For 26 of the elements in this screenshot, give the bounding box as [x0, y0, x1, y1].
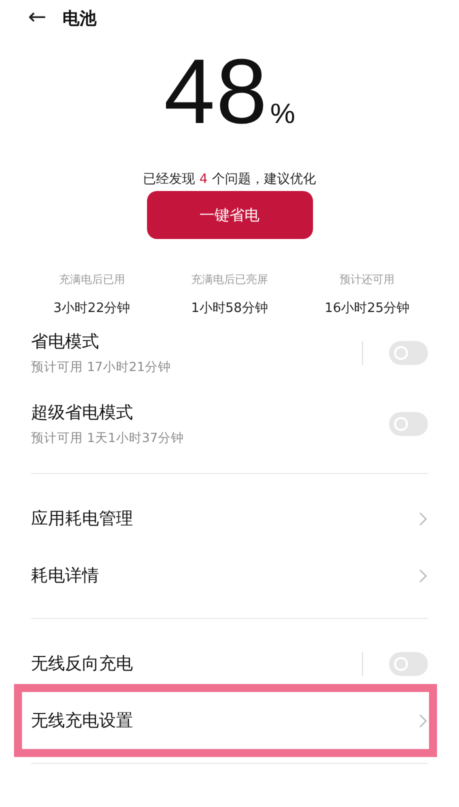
setting-title: 无线反向充电	[31, 653, 134, 675]
setting-title: 超级省电模式	[31, 402, 134, 424]
toggle-switch[interactable]	[389, 412, 428, 436]
setting-title: 无线充电设置	[31, 710, 134, 732]
back-button[interactable]: ←	[28, 7, 46, 29]
setting-title: 耗电详情	[31, 565, 100, 587]
stat-value: 1小时58分钟	[190, 300, 269, 317]
stat-label: 预计还可用	[338, 272, 396, 287]
toggle-switch[interactable]	[389, 652, 428, 676]
stat-value: 3小时22分钟	[52, 300, 132, 317]
battery-percentage: 48	[164, 46, 268, 138]
setting-title: 省电模式	[31, 330, 100, 352]
page-title: 电池	[62, 8, 96, 30]
chevron-icon[interactable]	[418, 712, 428, 728]
issues-notice: 已经发现 4 个问题，建议优化	[142, 171, 317, 188]
stat-label: 充满电后已用	[58, 272, 126, 287]
setting-title: 应用耗电管理	[31, 508, 134, 530]
toggle-switch[interactable]	[389, 340, 428, 364]
chevron-icon[interactable]	[418, 568, 428, 584]
stat-label: 充满电后已亮屏	[190, 272, 269, 287]
percent-sign: %	[270, 100, 296, 128]
optimize-button[interactable]: 一键省电	[146, 191, 312, 239]
stat-value: 16小时25分钟	[324, 300, 411, 317]
setting-subtitle: 预计可用 17小时21分钟	[31, 358, 172, 376]
setting-subtitle: 预计可用 1天1小时37分钟	[31, 430, 185, 446]
chevron-icon[interactable]	[418, 510, 428, 526]
